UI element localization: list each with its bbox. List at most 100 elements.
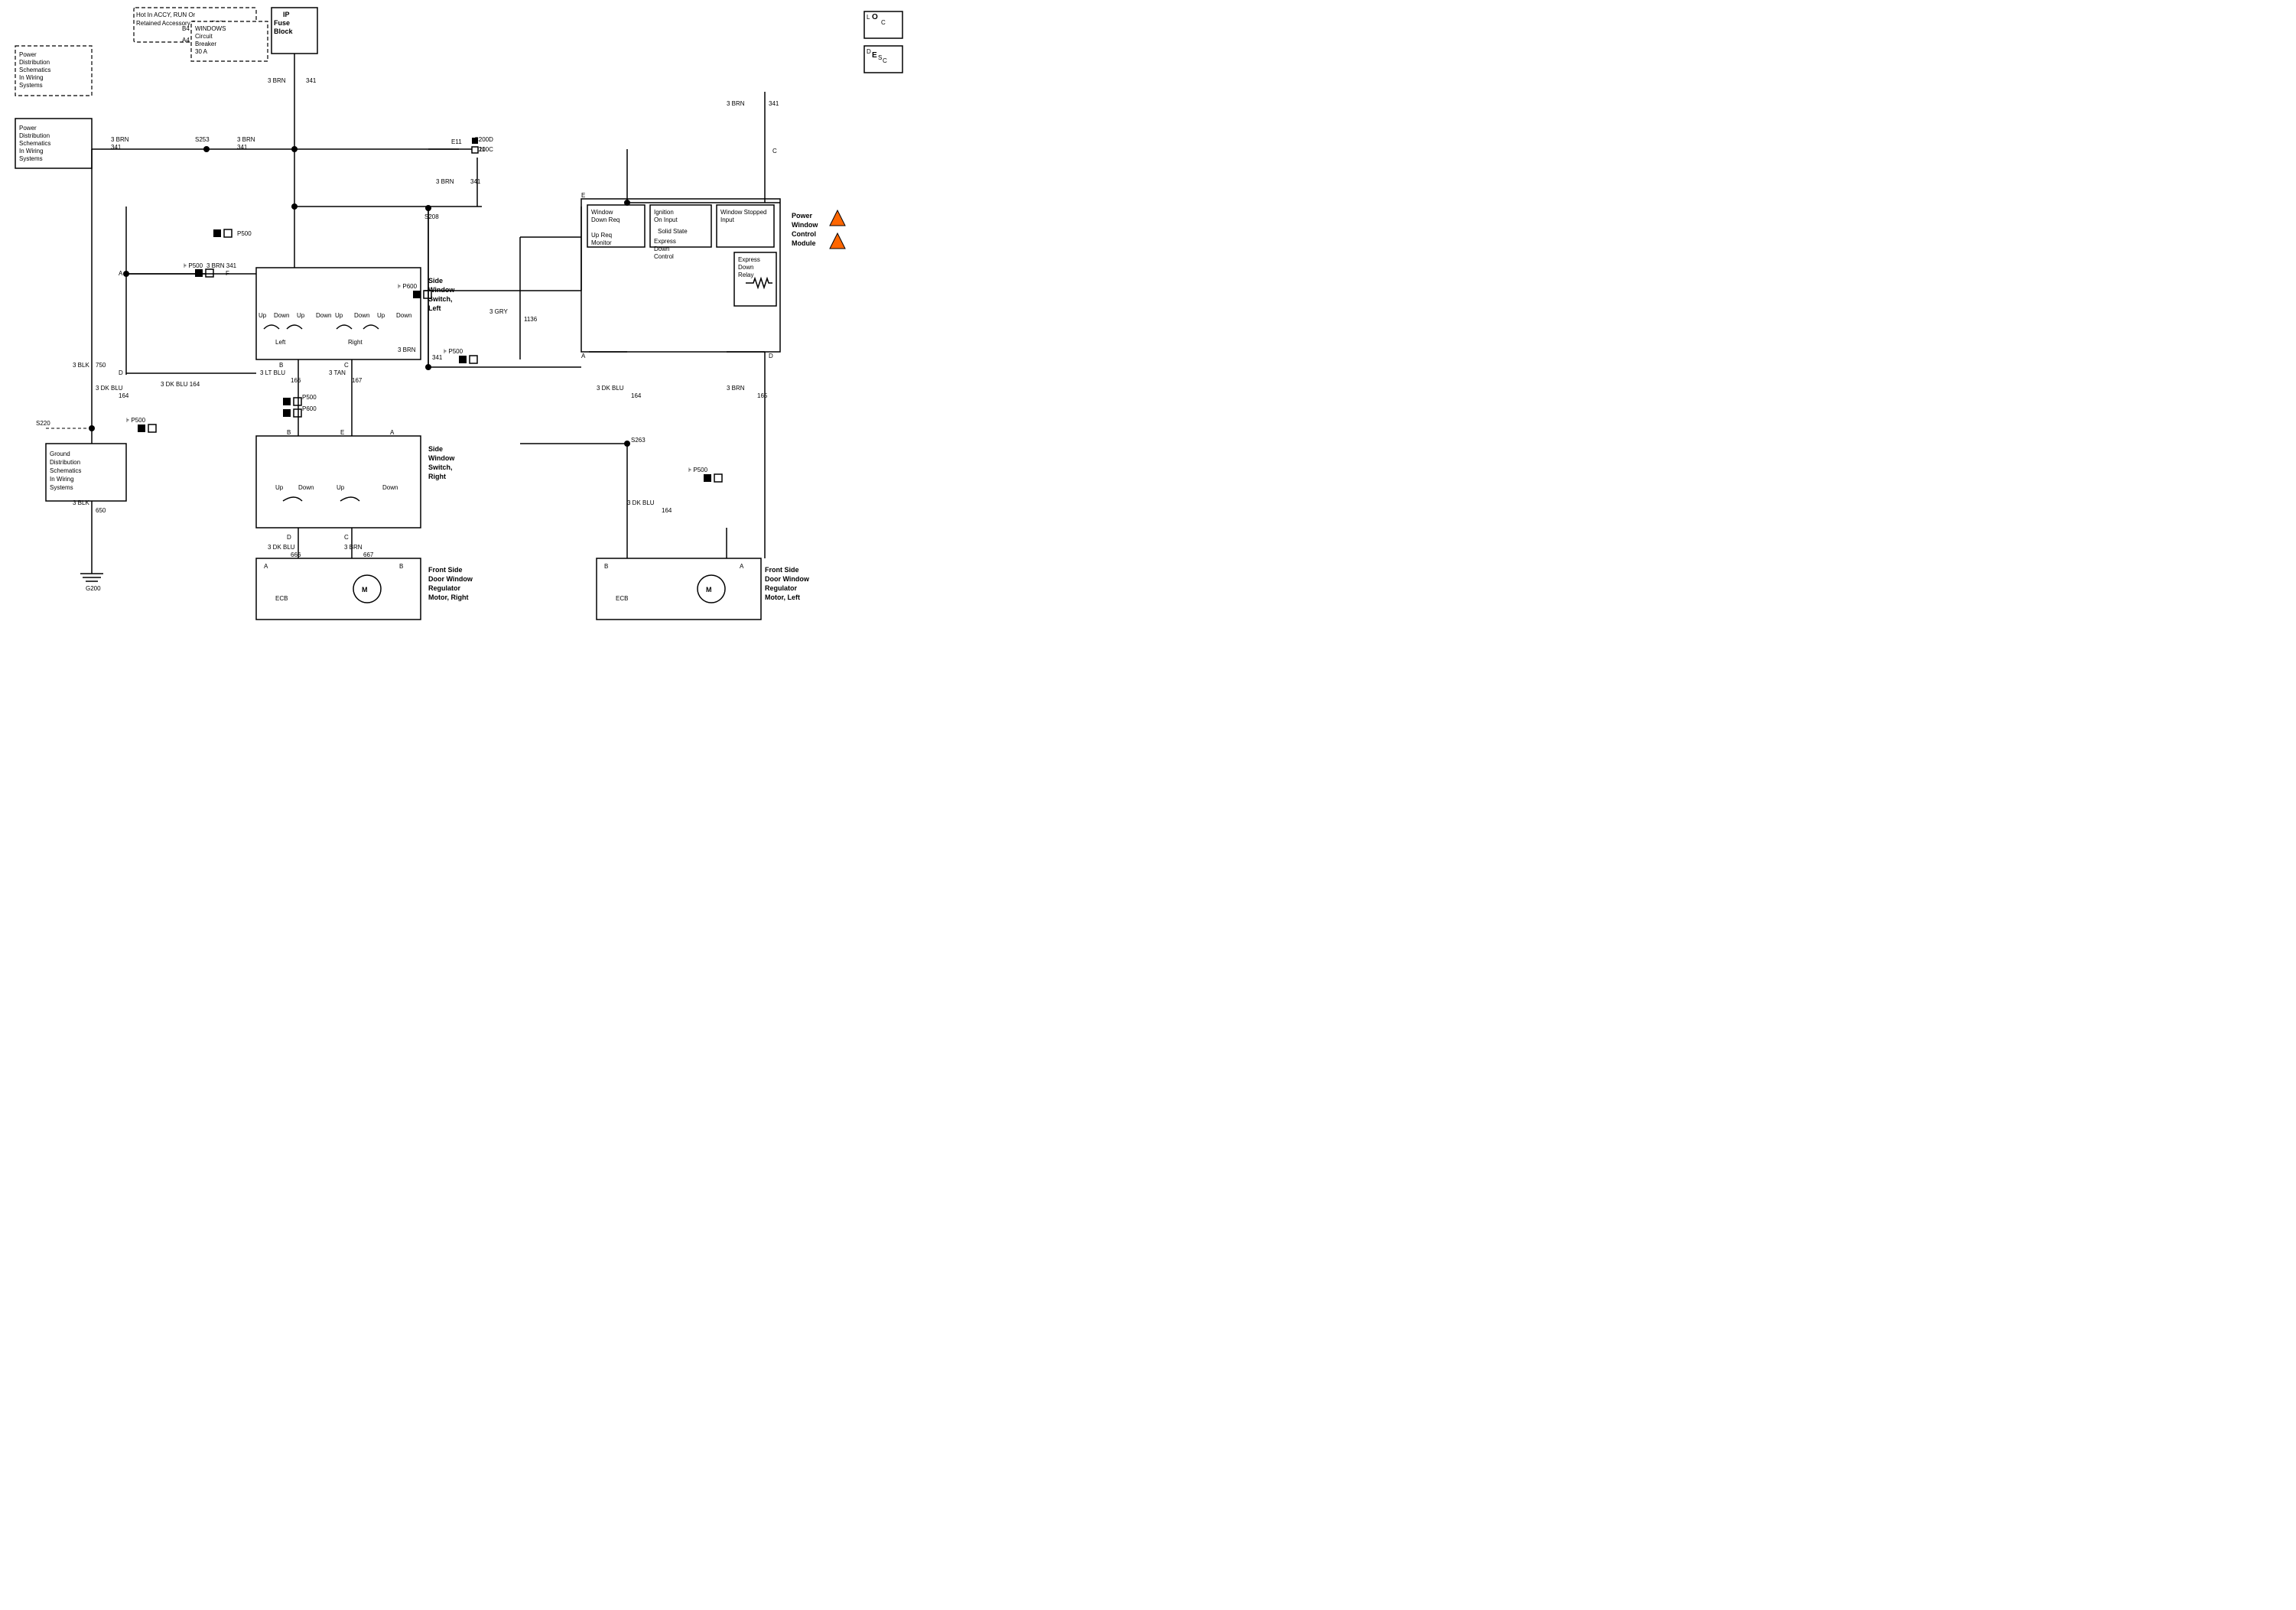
svg-text:Breaker: Breaker	[195, 41, 216, 47]
svg-text:B: B	[287, 429, 291, 436]
svg-text:C: C	[772, 148, 777, 154]
svg-text:⊧ P500: ⊧ P500	[688, 467, 708, 473]
svg-text:167: 167	[352, 377, 363, 384]
svg-text:Down: Down	[738, 264, 753, 271]
svg-text:3 BLK: 3 BLK	[73, 499, 89, 506]
svg-text:3 BRN: 3 BRN	[727, 385, 745, 392]
svg-text:Window: Window	[428, 454, 455, 462]
svg-text:B4: B4	[182, 25, 190, 32]
svg-text:3 BRN: 3 BRN	[111, 136, 129, 143]
svg-text:Motor, Right: Motor, Right	[428, 594, 469, 601]
svg-text:Input: Input	[720, 216, 735, 223]
svg-text:Regulator: Regulator	[428, 584, 461, 592]
svg-text:A4: A4	[182, 37, 190, 44]
svg-text:3 DK BLU: 3 DK BLU	[96, 385, 123, 392]
svg-text:3 TAN: 3 TAN	[329, 369, 346, 376]
svg-text:Front Side: Front Side	[765, 566, 799, 574]
svg-text:Window: Window	[792, 221, 818, 229]
svg-text:750: 750	[96, 362, 106, 369]
svg-text:Door Window: Door Window	[428, 575, 473, 583]
svg-text:C: C	[344, 534, 349, 541]
svg-text:⊧ P500: ⊧ P500	[184, 262, 203, 269]
svg-text:ECB: ECB	[616, 595, 628, 602]
svg-text:Up Req: Up Req	[591, 232, 612, 239]
svg-text:A: A	[264, 563, 268, 570]
svg-text:Express: Express	[738, 256, 760, 263]
svg-text:Up: Up	[275, 484, 284, 491]
svg-text:650: 650	[96, 507, 106, 514]
svg-text:Down: Down	[316, 312, 331, 319]
svg-text:3 BRN: 3 BRN	[436, 178, 454, 185]
svg-text:Control: Control	[654, 253, 674, 260]
svg-text:341: 341	[306, 77, 317, 84]
svg-text:Relay: Relay	[738, 272, 753, 278]
svg-text:D: D	[867, 48, 871, 55]
svg-text:E: E	[872, 51, 877, 60]
svg-text:E: E	[340, 429, 344, 436]
svg-text:⊧ P500: ⊧ P500	[126, 417, 146, 424]
svg-text:Solid State: Solid State	[658, 228, 688, 235]
svg-text:Systems: Systems	[50, 484, 73, 491]
svg-text:3 GRY: 3 GRY	[489, 308, 509, 315]
svg-text:Schematics: Schematics	[19, 67, 50, 73]
svg-text:3 BRN 341: 3 BRN 341	[207, 262, 237, 269]
svg-text:In Wiring: In Wiring	[50, 476, 74, 483]
svg-text:E: E	[581, 192, 585, 199]
svg-text:Schematics: Schematics	[19, 140, 50, 147]
svg-text:166: 166	[291, 377, 301, 384]
svg-text:C: C	[881, 19, 886, 26]
svg-text:3 BLK: 3 BLK	[73, 362, 89, 369]
svg-text:3 BRN: 3 BRN	[344, 544, 363, 551]
svg-text:Systems: Systems	[19, 82, 43, 89]
svg-text:Side: Side	[428, 277, 443, 285]
svg-text:S263: S263	[631, 437, 646, 444]
svg-text:Left: Left	[275, 339, 286, 346]
svg-text:Right: Right	[428, 473, 446, 480]
svg-text:Down: Down	[298, 484, 314, 491]
svg-text:341: 341	[111, 144, 122, 151]
svg-text:Down: Down	[396, 312, 411, 319]
svg-text:Motor, Left: Motor, Left	[765, 594, 800, 601]
svg-text:3 BRN: 3 BRN	[727, 100, 745, 107]
svg-text:⊧ P500: ⊧ P500	[444, 348, 463, 355]
svg-text:Window: Window	[591, 209, 613, 216]
svg-text:164: 164	[631, 392, 642, 399]
svg-text:M: M	[706, 586, 712, 594]
svg-text:Left: Left	[428, 304, 441, 312]
svg-text:D: D	[769, 353, 773, 359]
svg-text:164: 164	[119, 392, 129, 399]
svg-text:E11: E11	[451, 138, 462, 145]
svg-text:M: M	[362, 586, 368, 594]
svg-text:3 DK BLU 164: 3 DK BLU 164	[161, 381, 200, 388]
svg-text:341: 341	[237, 144, 248, 151]
svg-text:P500: P500	[302, 394, 317, 401]
svg-text:3 DK BLU: 3 DK BLU	[597, 385, 624, 392]
svg-text:G200: G200	[86, 585, 101, 592]
svg-text:Power: Power	[19, 51, 37, 58]
svg-text:S220: S220	[36, 420, 50, 427]
svg-text:Schematics: Schematics	[50, 467, 81, 474]
svg-text:Distribution: Distribution	[50, 459, 80, 466]
svg-text:P500: P500	[237, 230, 252, 237]
svg-text:S: S	[878, 54, 882, 61]
svg-text:Block: Block	[274, 28, 294, 35]
svg-text:IP: IP	[283, 11, 290, 18]
svg-text:666: 666	[291, 551, 301, 558]
svg-text:Regulator: Regulator	[765, 584, 798, 592]
svg-text:O: O	[872, 13, 878, 21]
svg-text:3 BRN: 3 BRN	[237, 136, 255, 143]
svg-text:Circuit: Circuit	[195, 33, 213, 40]
svg-text:Systems: Systems	[19, 155, 43, 162]
svg-text:341: 341	[769, 100, 779, 107]
svg-text:Right: Right	[348, 339, 363, 346]
svg-text:Up: Up	[259, 312, 267, 319]
schematic-container: Hot In ACCY, RUN Or Retained Accessory P…	[0, 0, 918, 650]
svg-text:30 A: 30 A	[195, 48, 208, 55]
svg-text:B: B	[399, 563, 403, 570]
svg-text:Up: Up	[297, 312, 305, 319]
svg-text:Down: Down	[274, 312, 289, 319]
svg-text:D: D	[287, 534, 291, 541]
svg-text:165: 165	[757, 392, 768, 399]
svg-text:Up: Up	[337, 484, 345, 491]
svg-text:Distribution: Distribution	[19, 59, 50, 66]
